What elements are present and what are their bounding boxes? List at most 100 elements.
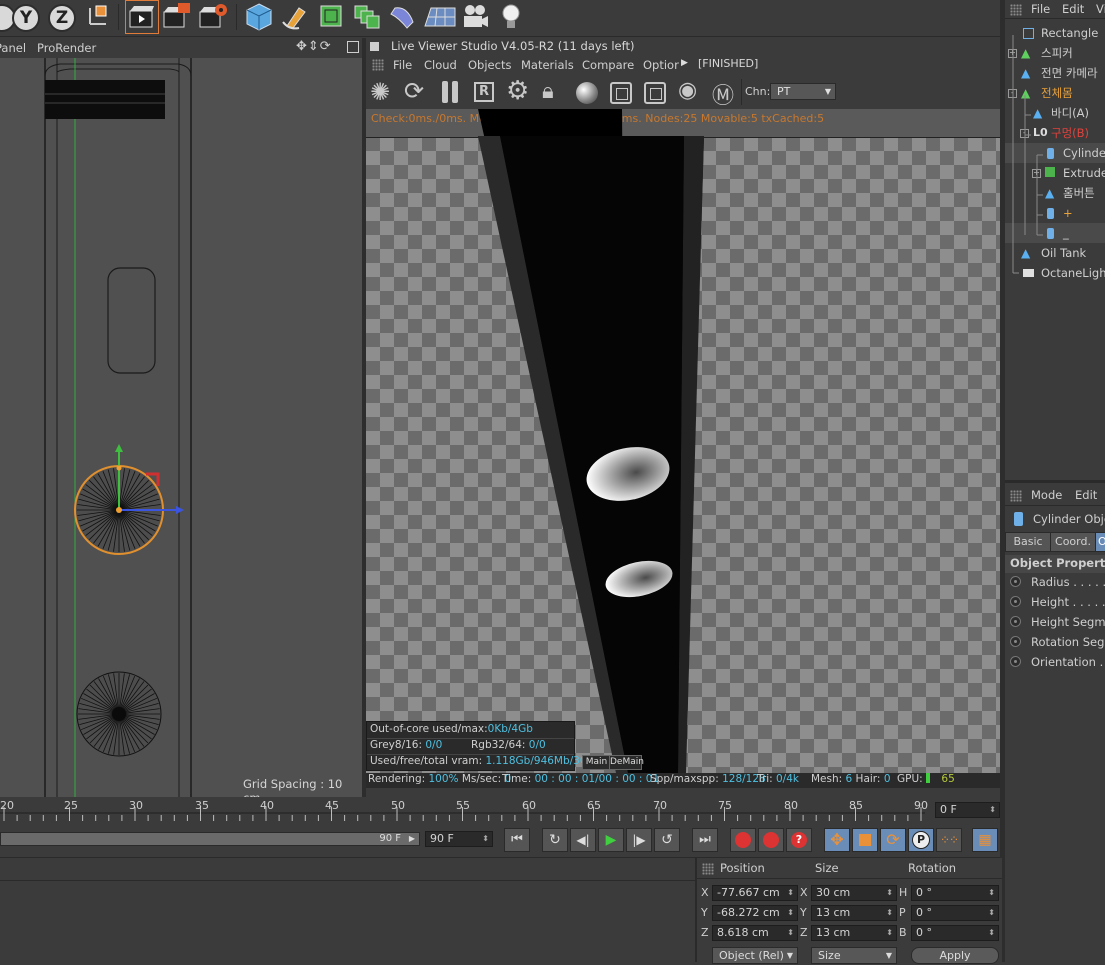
- key-parameter-button[interactable]: P: [908, 828, 934, 852]
- current-frame-field[interactable]: 0 F ⬍: [935, 802, 1000, 818]
- stepper-icon[interactable]: ⬍: [482, 832, 489, 846]
- goto-end-button[interactable]: ⏭: [692, 828, 718, 852]
- position-y-field[interactable]: -68.272 cm ⬍: [712, 905, 798, 921]
- subsampling-icon[interactable]: [644, 82, 666, 104]
- stepper-icon[interactable]: ⬍: [988, 886, 995, 900]
- restart-render-icon[interactable]: ⟳: [404, 77, 424, 105]
- array-icon[interactable]: [351, 0, 385, 34]
- lv-menu-materials[interactable]: Materials: [521, 56, 574, 74]
- stepper-icon[interactable]: ⬍: [988, 926, 995, 940]
- clay-mode-icon[interactable]: [610, 82, 632, 104]
- menu-overflow-arrow-icon[interactable]: ▶: [681, 58, 688, 68]
- cube-icon[interactable]: [243, 0, 277, 34]
- key-scale-button[interactable]: [852, 828, 878, 852]
- om-menu-view[interactable]: Vi: [1096, 2, 1105, 16]
- auto-key-button[interactable]: [758, 828, 784, 852]
- lv-menu-objects[interactable]: Objects: [468, 56, 511, 74]
- render-to-picture-viewer-icon[interactable]: [161, 0, 195, 34]
- light-icon[interactable]: [495, 0, 529, 34]
- channel-select[interactable]: PT ▼: [770, 83, 836, 100]
- next-frame-button[interactable]: |▶: [626, 828, 652, 852]
- viewport-menu-prorender[interactable]: ProRender: [37, 41, 96, 55]
- animate-radio-icon[interactable]: [1010, 616, 1021, 627]
- send-scene-icon[interactable]: ✺: [370, 78, 390, 106]
- stepper-icon[interactable]: ⬍: [787, 886, 794, 900]
- y-axis-lock-button[interactable]: Y: [12, 4, 40, 32]
- region-render-icon[interactable]: R: [474, 82, 494, 102]
- slider-arrow-icon[interactable]: ▶: [409, 833, 415, 845]
- viewport-nav-icons[interactable]: ✥⇕⟳: [296, 39, 332, 54]
- position-z-field[interactable]: 8.618 cm ⬍: [712, 925, 798, 941]
- rotation-h-field[interactable]: 0 ° ⬍: [911, 885, 999, 901]
- lv-menu-compare[interactable]: Compare: [582, 56, 634, 74]
- material-sphere-icon[interactable]: [576, 82, 598, 104]
- viewport-menu-panel[interactable]: Panel: [0, 41, 26, 55]
- tab-demain[interactable]: DeMain: [609, 755, 644, 770]
- subdivision-icon[interactable]: [315, 0, 349, 34]
- keyframe-selection-button[interactable]: ?: [786, 828, 812, 852]
- lock-icon[interactable]: 🔒︎: [542, 79, 554, 104]
- size-z-field[interactable]: 13 cm ⬍: [811, 925, 897, 941]
- z-axis-lock-button[interactable]: Z: [48, 4, 76, 32]
- stepper-icon[interactable]: ⬍: [787, 906, 794, 920]
- preview-range-slider[interactable]: 90 F ▶: [0, 832, 420, 846]
- camera-icon[interactable]: [459, 0, 493, 34]
- animate-radio-icon[interactable]: [1010, 576, 1021, 587]
- stepper-icon[interactable]: ⬍: [886, 906, 893, 920]
- size-mode-select[interactable]: Size ▼: [811, 947, 897, 964]
- pause-render-icon[interactable]: [441, 81, 459, 103]
- render-view-icon[interactable]: [125, 0, 159, 34]
- lv-menu-cloud[interactable]: Cloud: [424, 56, 457, 74]
- rotation-b-field[interactable]: 0 ° ⬍: [911, 925, 999, 941]
- tab-basic[interactable]: Basic: [1005, 532, 1051, 552]
- coordinate-system-icon[interactable]: [84, 0, 118, 34]
- animate-radio-icon[interactable]: [1010, 596, 1021, 607]
- left-viewport[interactable]: Grid Spacing : 10 cm: [0, 58, 362, 797]
- key-pla-button[interactable]: ⁘⁘: [936, 828, 962, 852]
- ruler-tick-label: 35: [195, 799, 209, 812]
- stepper-icon[interactable]: ⬍: [988, 906, 995, 920]
- floor-icon[interactable]: [423, 0, 457, 34]
- tab-main[interactable]: Main: [582, 755, 611, 770]
- key-rotation-button[interactable]: ⟳: [880, 828, 906, 852]
- attr-menu-mode[interactable]: Mode: [1031, 488, 1062, 502]
- lv-menu-options[interactable]: Optior: [643, 56, 679, 74]
- size-y-field[interactable]: 13 cm ⬍: [811, 905, 897, 921]
- scheme-button[interactable]: ▦: [972, 828, 998, 852]
- record-keys-button[interactable]: [730, 828, 756, 852]
- stepper-icon[interactable]: ⬍: [886, 926, 893, 940]
- prev-key-button[interactable]: ↻: [542, 828, 568, 852]
- deformer-icon[interactable]: [387, 0, 421, 34]
- coordinate-mode-select[interactable]: Object (Rel) ▼: [712, 947, 798, 964]
- stepper-icon[interactable]: ⬍: [886, 886, 893, 900]
- lv-menu-file[interactable]: File: [393, 56, 412, 74]
- animate-radio-icon[interactable]: [1010, 656, 1021, 667]
- film-icon: ▦: [978, 832, 992, 848]
- settings-gear-icon[interactable]: ⚙: [506, 76, 529, 106]
- goto-start-button[interactable]: ⏮: [504, 828, 530, 852]
- animate-radio-icon[interactable]: [1010, 636, 1021, 647]
- stepper-icon[interactable]: ⬍: [989, 803, 996, 817]
- tab-coord[interactable]: Coord.: [1050, 532, 1096, 552]
- position-x-field[interactable]: -77.667 cm ⬍: [712, 885, 798, 901]
- render-settings-icon[interactable]: [197, 0, 231, 34]
- stepper-icon[interactable]: ⬍: [787, 926, 794, 940]
- size-x-field[interactable]: 30 cm ⬍: [811, 885, 897, 901]
- pick-material-icon[interactable]: Ⓜ: [712, 78, 734, 110]
- next-key-button[interactable]: ↺: [654, 828, 680, 852]
- om-menu-edit[interactable]: Edit: [1062, 2, 1084, 16]
- menu-grip-icon: [702, 863, 714, 875]
- attr-menu-edit[interactable]: Edit: [1075, 488, 1097, 502]
- om-menu-file[interactable]: File: [1031, 2, 1050, 16]
- play-button[interactable]: ▶: [598, 828, 624, 852]
- pen-icon[interactable]: [279, 0, 313, 34]
- tab-object[interactable]: O: [1095, 532, 1105, 552]
- rotation-p-field[interactable]: 0 ° ⬍: [911, 905, 999, 921]
- apply-button[interactable]: Apply: [911, 947, 999, 964]
- render-canvas[interactable]: Check:0ms./0ms. MeshGen:0ms. Update[C]:0…: [366, 109, 1000, 773]
- viewport-maximize-icon[interactable]: [347, 41, 359, 53]
- prev-frame-button[interactable]: ◀|: [570, 828, 596, 852]
- pick-focus-icon[interactable]: ◉: [678, 78, 697, 103]
- key-position-button[interactable]: ✥: [824, 828, 850, 852]
- end-frame-field[interactable]: 90 F ⬍: [425, 831, 493, 847]
